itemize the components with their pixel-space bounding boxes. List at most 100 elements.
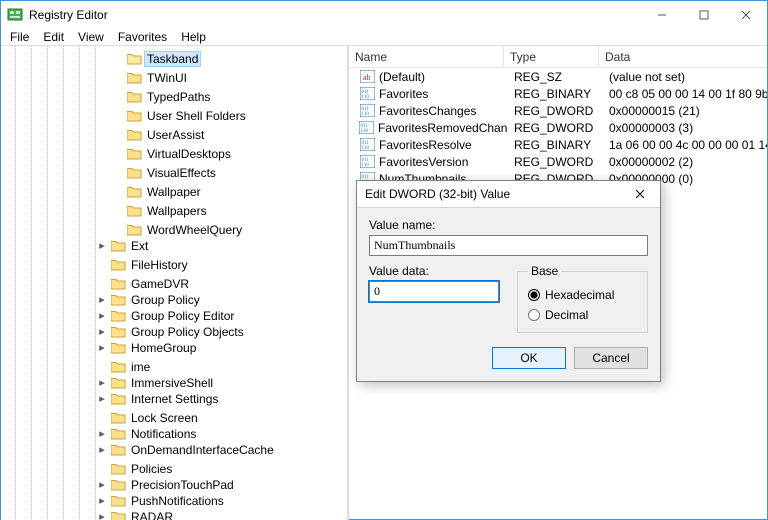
- value-data: 0x00000015 (21): [609, 104, 700, 118]
- tree-expander-icon[interactable]: ▸: [95, 239, 109, 253]
- tree-expander-icon[interactable]: ▸: [95, 392, 109, 406]
- menu-favorites[interactable]: Favorites: [111, 29, 174, 45]
- radio-decimal[interactable]: Decimal: [528, 306, 637, 324]
- folder-icon: [110, 494, 126, 508]
- radio-hexadecimal-input[interactable]: [528, 289, 540, 301]
- menu-help[interactable]: Help: [174, 29, 213, 45]
- menu-file[interactable]: File: [3, 29, 36, 45]
- folder-icon: [126, 166, 142, 180]
- tree-item-label: Taskband: [145, 52, 200, 66]
- value-row[interactable]: 011110FavoritesVersionREG_DWORD0x0000000…: [349, 153, 767, 170]
- folder-icon: [110, 462, 126, 476]
- cancel-button[interactable]: Cancel: [574, 347, 648, 369]
- tree-item[interactable]: User Shell Folders: [1, 108, 347, 124]
- tree-expander-icon[interactable]: ▸: [95, 325, 109, 339]
- radio-hexadecimal[interactable]: Hexadecimal: [528, 286, 637, 304]
- tree-item[interactable]: WordWheelQuery: [1, 222, 347, 238]
- col-type[interactable]: Type: [504, 46, 599, 67]
- value-binary-icon: 011110: [359, 87, 375, 101]
- tree-expander-icon[interactable]: ▸: [95, 341, 109, 355]
- tree-expander-icon[interactable]: ▸: [95, 510, 109, 520]
- folder-icon: [110, 309, 126, 323]
- tree-item[interactable]: ▸PushNotifications: [1, 493, 347, 509]
- tree-expander-icon[interactable]: ▸: [95, 293, 109, 307]
- value-type: REG_DWORD: [514, 121, 593, 135]
- tree-item-label: User Shell Folders: [145, 109, 248, 123]
- close-button[interactable]: [725, 1, 767, 29]
- dialog-titlebar[interactable]: Edit DWORD (32-bit) Value: [357, 181, 660, 208]
- menu-edit[interactable]: Edit: [36, 29, 71, 45]
- tree-item-label: Group Policy Objects: [129, 325, 246, 339]
- tree-item-label: ImmersiveShell: [129, 376, 215, 390]
- value-name-input[interactable]: [369, 235, 648, 256]
- maximize-button[interactable]: [683, 1, 725, 29]
- tree-item[interactable]: UserAssist: [1, 127, 347, 143]
- tree-item[interactable]: ▸Ext: [1, 238, 347, 254]
- tree-item[interactable]: Lock Screen: [1, 410, 347, 426]
- tree-item[interactable]: ▸Notifications: [1, 426, 347, 442]
- tree-item[interactable]: Policies: [1, 461, 347, 477]
- value-row[interactable]: 011110FavoritesRemovedChangesREG_DWORD0x…: [349, 119, 767, 136]
- tree-item[interactable]: ▸ Group Policy Objects: [1, 324, 347, 340]
- tree-item[interactable]: Wallpapers: [1, 203, 347, 219]
- tree-expander-icon[interactable]: ▸: [95, 494, 109, 508]
- menubar: FileEditViewFavoritesHelp: [1, 29, 767, 45]
- tree-expander-icon[interactable]: ▸: [95, 309, 109, 323]
- col-data[interactable]: Data: [599, 46, 767, 67]
- tree-item[interactable]: ime: [1, 359, 347, 375]
- value-row[interactable]: 011110FavoritesResolveREG_BINARY1a 06 00…: [349, 136, 767, 153]
- edit-dword-dialog[interactable]: Edit DWORD (32-bit) Value Value name: Va…: [356, 180, 661, 382]
- value-name-label: Value name:: [369, 218, 648, 232]
- value-row[interactable]: ab(Default)REG_SZ(value not set): [349, 68, 767, 85]
- tree-item-label: PrecisionTouchPad: [129, 478, 236, 492]
- tree-item[interactable]: Taskband: [1, 51, 347, 67]
- radio-decimal-input[interactable]: [528, 309, 540, 321]
- tree-item-label: OnDemandInterfaceCache: [129, 443, 276, 457]
- tree-item[interactable]: Wallpaper: [1, 184, 347, 200]
- dialog-close-button[interactable]: [628, 184, 652, 204]
- tree-item-label: GameDVR: [129, 277, 191, 291]
- value-data-label: Value data:: [369, 264, 499, 278]
- value-type: REG_BINARY: [514, 87, 591, 101]
- tree-item[interactable]: TWinUI: [1, 70, 347, 86]
- tree-expander-icon[interactable]: ▸: [95, 427, 109, 441]
- tree-item[interactable]: ▸ Internet Settings: [1, 391, 347, 407]
- tree-item[interactable]: VisualEffects: [1, 165, 347, 181]
- titlebar[interactable]: Registry Editor: [1, 1, 767, 29]
- tree-item[interactable]: TypedPaths: [1, 89, 347, 105]
- folder-icon: [110, 478, 126, 492]
- tree-item[interactable]: ▸ ImmersiveShell: [1, 375, 347, 391]
- tree-item[interactable]: ▸HomeGroup: [1, 340, 347, 356]
- value-data-input[interactable]: [369, 281, 499, 302]
- value-name: FavoritesRemovedChanges: [378, 121, 508, 135]
- tree-item-label: Group Policy Editor: [129, 309, 236, 323]
- values-header[interactable]: Name Type Data: [349, 46, 767, 68]
- tree-item[interactable]: VirtualDesktops: [1, 146, 347, 162]
- value-data: 1a 06 00 00 4c 00 00 00 01 14 02 00: [609, 138, 767, 152]
- value-data: (value not set): [609, 70, 685, 84]
- tree-item-label: Wallpapers: [145, 204, 209, 218]
- value-data: 0x00000003 (3): [609, 121, 693, 135]
- tree-item-label: Group Policy: [129, 293, 202, 307]
- value-string-icon: ab: [359, 70, 375, 84]
- ok-button[interactable]: OK: [492, 347, 566, 369]
- value-row[interactable]: 011110FavoritesREG_BINARY00 c8 05 00 00 …: [349, 85, 767, 102]
- menu-view[interactable]: View: [71, 29, 111, 45]
- tree-item-label: Internet Settings: [129, 392, 220, 406]
- tree-item[interactable]: GameDVR: [1, 276, 347, 292]
- value-type: REG_SZ: [514, 70, 562, 84]
- tree-expander-icon[interactable]: ▸: [95, 443, 109, 457]
- folder-icon: [110, 443, 126, 457]
- tree-panel[interactable]: Taskband TWinUI TypedPaths User Shell Folde…: [1, 46, 349, 520]
- value-row[interactable]: 011110FavoritesChangesREG_DWORD0x0000001…: [349, 102, 767, 119]
- tree-item[interactable]: ▸ PrecisionTouchPad: [1, 477, 347, 493]
- tree-item[interactable]: ▸RADAR: [1, 509, 347, 520]
- tree-item[interactable]: ▸ OnDemandInterfaceCache: [1, 442, 347, 458]
- tree-expander-icon[interactable]: ▸: [95, 376, 109, 390]
- tree-item[interactable]: ▸ Group Policy: [1, 292, 347, 308]
- col-name[interactable]: Name: [349, 46, 504, 67]
- tree-item[interactable]: FileHistory: [1, 257, 347, 273]
- tree-item[interactable]: ▸ Group Policy Editor: [1, 308, 347, 324]
- minimize-button[interactable]: [641, 1, 683, 29]
- tree-expander-icon[interactable]: ▸: [95, 478, 109, 492]
